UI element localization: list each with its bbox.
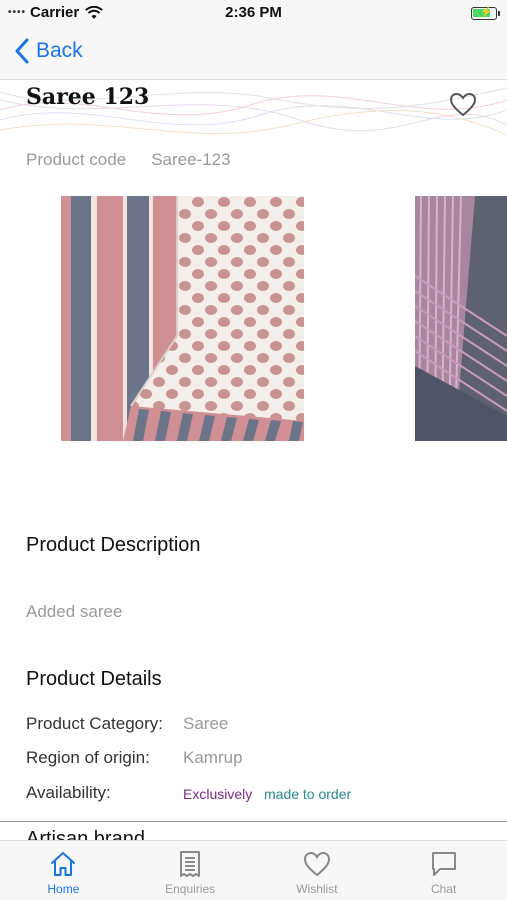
region-value: Kamrup <box>183 748 243 767</box>
chevron-left-icon <box>15 38 29 64</box>
product-title: Saree 123 <box>26 84 150 110</box>
saree-image-secondary <box>415 196 507 441</box>
enquiries-icon <box>180 851 201 877</box>
product-image-secondary[interactable] <box>415 196 507 441</box>
home-icon <box>51 852 76 876</box>
nav-bar: Back <box>0 28 507 80</box>
availability-label: Availability: <box>26 783 111 802</box>
battery-icon: ⚡ <box>471 7 500 20</box>
saree-image <box>61 196 304 441</box>
tab-enquiries[interactable]: Enquiries <box>127 841 254 900</box>
details-heading: Product Details <box>26 668 162 690</box>
availability-exclusive-tag: Exclusively <box>183 786 253 802</box>
artisan-heading: Artisan brand <box>26 828 145 840</box>
tab-chat[interactable]: Chat <box>380 841 507 900</box>
status-bar: •••• Carrier 2:36 PM ⚡ <box>0 0 507 28</box>
description-text: Added saree <box>26 602 123 621</box>
description-heading: Product Description <box>26 534 201 556</box>
tab-home-label: Home <box>47 882 80 896</box>
category-label: Product Category: <box>26 714 164 733</box>
wishlist-heart-icon[interactable] <box>449 92 477 118</box>
charging-icon: ⚡ <box>480 7 493 18</box>
battery-cap <box>498 11 500 16</box>
tab-wishlist-label: Wishlist <box>296 882 338 896</box>
divider <box>0 821 507 822</box>
tab-wishlist[interactable]: Wishlist <box>254 841 381 900</box>
tab-home[interactable]: Home <box>0 841 127 900</box>
back-button[interactable]: Back <box>14 38 83 64</box>
category-value: Saree <box>183 714 229 733</box>
product-code-row: Product code Saree-123 <box>26 150 231 170</box>
heart-icon <box>303 851 330 877</box>
product-detail-content[interactable]: Saree 123 Product code Saree-123 Product… <box>0 80 507 840</box>
region-label: Region of origin: <box>26 748 150 767</box>
product-image[interactable] <box>61 196 304 441</box>
availability-made-to-order-tag: made to order <box>264 786 352 802</box>
product-code-label: Product code <box>26 150 127 169</box>
tab-chat-label: Chat <box>430 882 457 896</box>
tab-bar: Home Enquiries Wishlist Chat <box>0 840 507 900</box>
chat-icon <box>431 852 456 876</box>
status-time: 2:36 PM <box>225 4 282 21</box>
product-code-value: Saree-123 <box>151 150 231 169</box>
back-label: Back <box>36 39 83 62</box>
tab-enquiries-label: Enquiries <box>165 882 216 896</box>
